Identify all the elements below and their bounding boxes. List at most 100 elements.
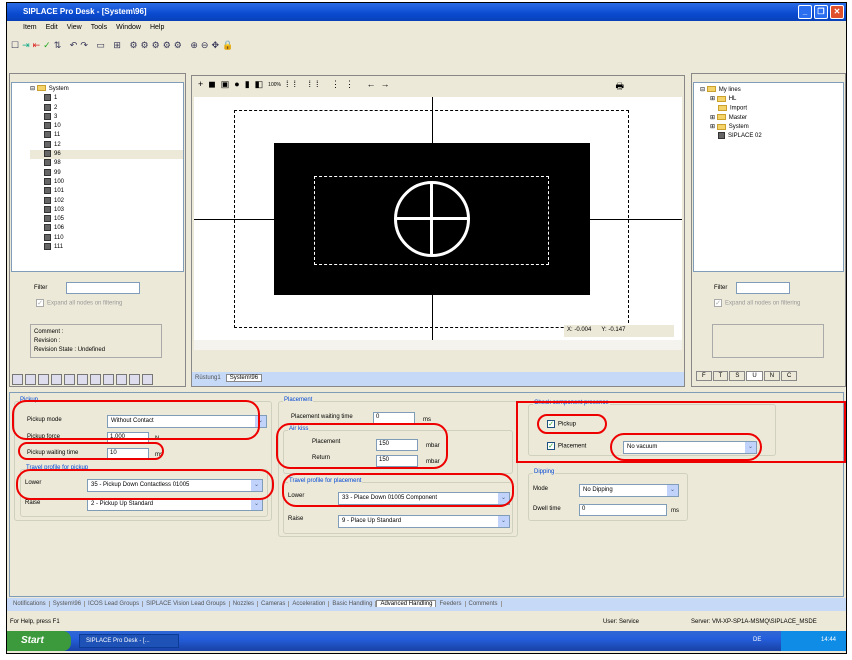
tree-item[interactable]: 105 [30, 215, 183, 224]
left-panel-tabs[interactable] [12, 374, 155, 387]
camera-icon[interactable]: ◼ [208, 79, 220, 89]
tree-node[interactable]: ⊞ HL [700, 95, 843, 104]
tree-node[interactable]: ⊞ Master [700, 114, 843, 123]
redo-icon[interactable]: ↷ [80, 40, 91, 50]
menu-item[interactable]: Window [116, 24, 141, 31]
zoom-in-icon[interactable]: ⊕ [190, 40, 201, 50]
export-icon[interactable]: ⇤ [33, 40, 44, 50]
tree-item[interactable]: 1 [30, 94, 183, 103]
new-icon[interactable]: ☐ [11, 40, 22, 50]
menu-item[interactable]: Item [23, 24, 37, 31]
dipping-mode-select[interactable]: No Dipping ⌄ [579, 484, 679, 497]
revision-text: Revision : [34, 338, 61, 344]
tab-notifications[interactable]: Notifications [10, 601, 50, 607]
language-indicator[interactable]: DE [753, 637, 761, 643]
menu-item[interactable]: Edit [46, 24, 58, 31]
tab-system-96[interactable]: System\96 [49, 601, 86, 607]
doc-tab[interactable]: Rüstung1 [195, 375, 221, 381]
tree-item[interactable]: 100 [30, 177, 183, 187]
y-coordinate: -0.147 [608, 327, 626, 333]
grid-icon[interactable]: ⊞ [113, 40, 124, 50]
tree-item[interactable]: 10 [30, 122, 183, 131]
zoom-100-button[interactable]: 100% [268, 82, 281, 88]
start-button[interactable]: Start [7, 631, 71, 651]
tab-u[interactable]: U [746, 371, 763, 381]
user-status: User: Service [603, 619, 640, 625]
tree-root[interactable]: ⊟ System [30, 85, 183, 94]
tree-item[interactable]: 2 [30, 103, 183, 113]
tab-acceleration[interactable]: Acceleration [289, 601, 330, 607]
tree-item[interactable]: 11 [30, 131, 183, 140]
add-icon[interactable]: + [198, 79, 208, 89]
label: Raise [25, 500, 41, 506]
tree-node[interactable]: ⊞ System [700, 123, 843, 132]
check-icon[interactable]: ✓ [43, 40, 54, 50]
tab-c[interactable]: C [781, 371, 798, 381]
move-icon[interactable]: ✥ [211, 40, 222, 50]
tree-item[interactable]: 3 [30, 112, 183, 122]
dwell-time-input[interactable]: 0 [579, 504, 667, 516]
tab-n[interactable]: N [763, 371, 781, 381]
close-button[interactable]: ✕ [830, 5, 844, 19]
frame-icon[interactable]: ▣ [221, 79, 235, 89]
system-tree[interactable]: ⊟ System 1 2 3 10 11 12 96 98 99 100 101 102 103 105 1… [11, 82, 184, 272]
doc-tab-active[interactable]: System\96 [225, 374, 263, 382]
tree-node[interactable]: ⊟ My lines [700, 86, 843, 95]
tab-f[interactable]: F [696, 371, 712, 381]
station-icon [44, 168, 51, 176]
grid-view-icon[interactable]: ⁞⁞ ⁞⁞ ⋮⋮ [286, 79, 367, 89]
tree-item[interactable]: 111 [30, 243, 183, 252]
lines-tree[interactable]: ⊟ My lines ⊞ HL Import ⊞ Master ⊞ System… [693, 82, 844, 272]
tree-item[interactable]: 12 [30, 140, 183, 150]
tree-item[interactable]: 106 [30, 224, 183, 233]
cylinder-icon[interactable]: ▮ [245, 79, 255, 89]
component-icon[interactable]: ⚙⚙⚙⚙⚙ [129, 40, 184, 50]
canvas-toolbar[interactable]: +◼▣●▮◧100% ⁞⁞ ⁞⁞ ⋮⋮ ←→ [198, 79, 394, 90]
filter-input[interactable] [66, 282, 140, 294]
tab-basic-handling[interactable]: Basic Handling [329, 601, 377, 607]
view-icon[interactable]: ▭ [96, 40, 108, 50]
drawing-area[interactable]: X: -0.004 Y: -0.147 [194, 97, 682, 340]
tree-item[interactable]: 110 [30, 233, 183, 243]
restore-button[interactable]: ❐ [814, 5, 828, 19]
tree-item[interactable]: 98 [30, 159, 183, 168]
tab-icos-lead-groups[interactable]: ICOS Lead Groups [85, 601, 144, 607]
minimize-button[interactable]: _ [798, 5, 812, 19]
zoom-out-icon[interactable]: ⊖ [201, 40, 212, 50]
print-icon[interactable]: 🖶 [616, 79, 625, 95]
tree-node[interactable]: Import [700, 104, 843, 114]
station-icon [44, 177, 51, 185]
lock-icon[interactable]: 🔒 [222, 40, 236, 50]
tab-advanced-handling[interactable]: Advanced Handling [376, 600, 437, 607]
taskbar-item[interactable]: SIPLACE Pro Desk - [... [79, 634, 179, 648]
horizontal-scrollbar[interactable] [194, 340, 682, 350]
tree-item[interactable]: 99 [30, 168, 183, 178]
placement-raise-select[interactable]: 9 - Place Up Standard ⌄ [338, 515, 510, 528]
filter-input[interactable] [736, 282, 790, 294]
station-icon [44, 233, 51, 241]
tab-nozzles[interactable]: Nozzles [229, 601, 259, 607]
import-icon[interactable]: ⇥ [22, 40, 33, 50]
menu-item[interactable]: Help [150, 24, 164, 31]
sort-icon[interactable]: ⇅ [54, 40, 65, 50]
arrow-left-icon[interactable]: ← [366, 79, 380, 89]
tree-item[interactable]: 102 [30, 196, 183, 206]
undo-icon[interactable]: ↶ [70, 40, 81, 50]
menu-item[interactable]: View [67, 24, 82, 31]
tab-cameras[interactable]: Cameras [258, 601, 290, 607]
expand-checkbox[interactable]: ✓ Expand all nodes on filtering [36, 299, 122, 307]
tree-node[interactable]: SIPLACE 02 [700, 132, 843, 141]
tab-siplace-vision-lead-groups[interactable]: SIPLACE Vision Lead Groups [143, 601, 230, 607]
arrow-right-icon[interactable]: → [380, 79, 394, 89]
tab-comments[interactable]: Comments [465, 601, 502, 607]
expand-checkbox[interactable]: ✓ Expand all nodes on filtering [714, 299, 800, 307]
tree-item[interactable]: 103 [30, 205, 183, 215]
tab-feeders[interactable]: Feeders [436, 601, 466, 607]
shape-icon[interactable]: ◧ [255, 79, 269, 89]
tree-item[interactable]: 101 [30, 187, 183, 196]
tab-t[interactable]: T [712, 371, 729, 381]
tree-item[interactable]: 96 [30, 150, 183, 160]
menu-item[interactable]: Tools [91, 24, 107, 31]
tab-s[interactable]: S [729, 371, 746, 381]
nozzle-icon[interactable]: ● [234, 79, 244, 89]
